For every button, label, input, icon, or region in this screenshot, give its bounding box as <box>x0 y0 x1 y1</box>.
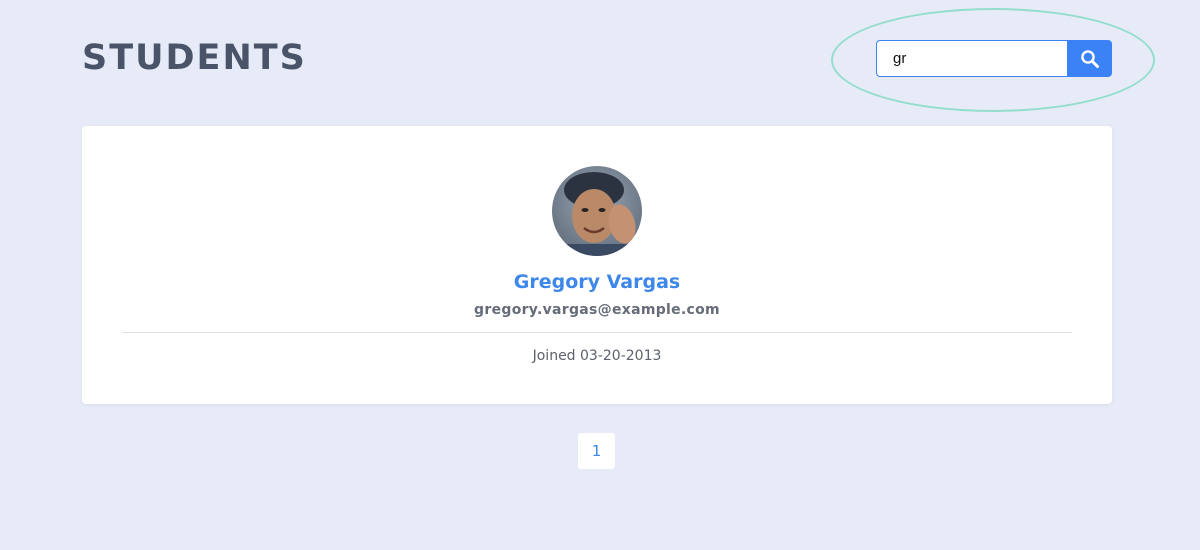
student-name[interactable]: Gregory Vargas <box>82 271 1112 293</box>
search-bar <box>876 40 1112 77</box>
divider <box>122 332 1072 333</box>
avatar <box>552 166 642 256</box>
student-email: gregory.vargas@example.com <box>474 302 720 318</box>
joined-date: Joined 03-20-2013 <box>532 348 662 364</box>
page-title: STUDENTS <box>82 38 307 78</box>
pagination-page-button[interactable]: 1 <box>578 433 615 469</box>
students-page: STUDENTS gr Gregory Vargas gregory.varga… <box>0 0 1200 550</box>
search-icon <box>1080 49 1099 68</box>
student-card: Gregory Vargas gregory.vargas@example.co… <box>82 126 1112 404</box>
search-input[interactable] <box>876 40 1067 77</box>
search-button[interactable] <box>1067 40 1112 77</box>
